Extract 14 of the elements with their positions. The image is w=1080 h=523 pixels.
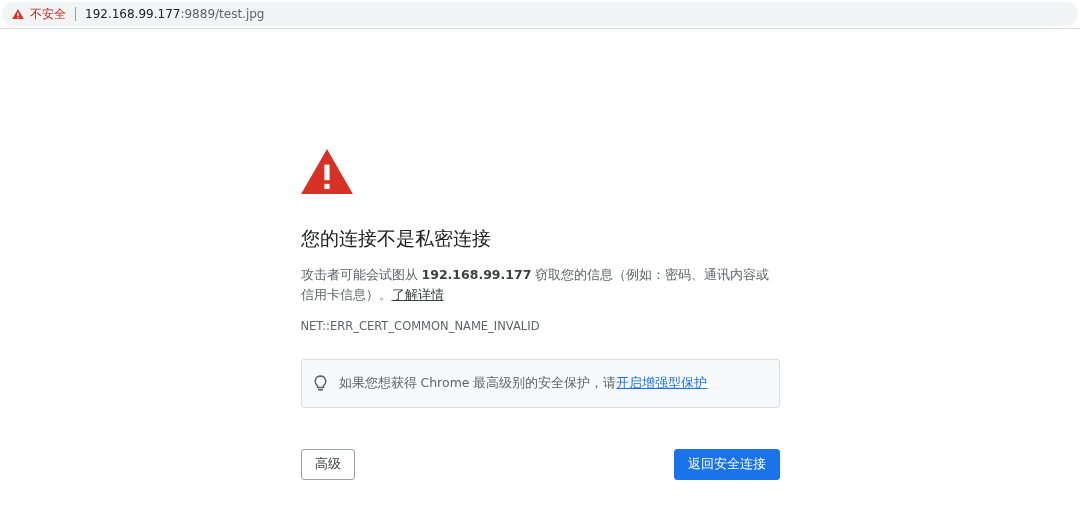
warning-message: 攻击者可能会试图从 192.168.99.177 窃取您的信息（例如：密码、通讯内容或信用卡信息）。了解详情	[300, 266, 771, 305]
enhanced-protection-link[interactable]: 开启增强型保护	[616, 375, 708, 391]
advanced-button[interactable]: 高级	[300, 449, 355, 481]
url-host[interactable]: 192.168.99.177	[85, 7, 181, 21]
page-title: 您的连接不是私密连接	[300, 226, 492, 252]
lightbulb-icon	[313, 375, 327, 393]
security-label[interactable]: 不安全	[30, 5, 66, 23]
url-path[interactable]: :9889/test.jpg	[180, 7, 265, 21]
back-to-safety-button[interactable]: 返回安全连接	[673, 449, 780, 481]
learn-more-link[interactable]: 了解详情	[391, 287, 444, 303]
error-code: NET::ERR_CERT_COMMON_NAME_INVALID	[300, 319, 541, 334]
warning-icon	[12, 8, 24, 20]
tip-text: 如果您想获得 Chrome 最高级别的安全保护，请开启增强型保护	[338, 375, 708, 393]
warning-icon	[300, 149, 353, 195]
